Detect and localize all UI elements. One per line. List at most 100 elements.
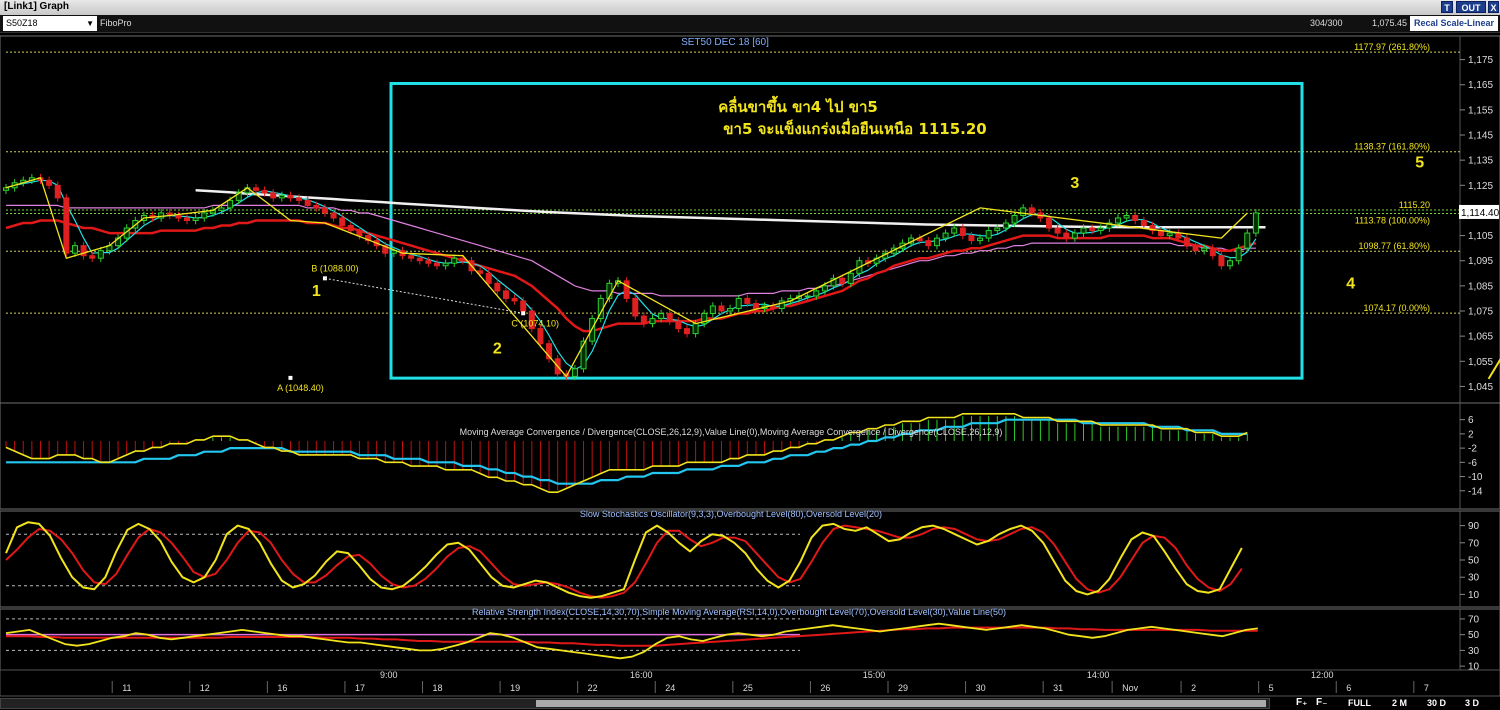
range-2m-button[interactable]: 2 M	[1392, 698, 1407, 708]
zoom-in-icon[interactable]: F₊	[1296, 697, 1307, 708]
chart-title: SET50 DEC 18 [60]	[681, 37, 769, 48]
candle-body	[287, 194, 294, 199]
candle-body	[1227, 260, 1234, 267]
candle-body	[571, 368, 578, 377]
time-label: 14:00	[1087, 670, 1110, 680]
abc-point-label: A (1048.40)	[277, 383, 324, 393]
candle-body	[347, 225, 354, 232]
tick-label-macd: -14	[1468, 486, 1483, 497]
tick-label-macd: 6	[1468, 415, 1474, 426]
fib-level-label: 1113.78 (100.00%)	[1355, 216, 1430, 226]
candle-body	[1166, 232, 1173, 237]
candle-body	[959, 227, 966, 237]
candle-body	[97, 250, 104, 259]
candle-body	[1071, 232, 1078, 239]
tick-label-price: 1,075	[1468, 307, 1493, 318]
candle-body	[296, 197, 303, 201]
tick-label-price: 1,055	[1468, 357, 1493, 368]
tick-label-rsi: 50	[1468, 630, 1480, 641]
recal-scale-button[interactable]: Recal Scale-Linear	[1410, 16, 1498, 31]
wave-number-label: 2	[493, 341, 502, 358]
candle-body	[1011, 214, 1018, 224]
candle-body	[442, 262, 449, 267]
candle-body	[1028, 207, 1035, 214]
horizontal-scrollbar[interactable]	[0, 698, 1270, 709]
close-button[interactable]: X	[1488, 1, 1499, 13]
candle-body	[356, 230, 363, 237]
date-label: 12	[200, 683, 210, 693]
tick-label-stoch: 90	[1468, 521, 1480, 532]
tick-label-stoch: 30	[1468, 573, 1480, 584]
candle-body	[942, 232, 949, 239]
candle-body	[1183, 237, 1190, 247]
chart-area[interactable]: 1177.97 (261.80%) 1138.37 (161.80%) 1115.2…	[0, 33, 1500, 697]
tick-label-stoch: 70	[1468, 538, 1480, 549]
text-mode-button[interactable]: T	[1441, 1, 1453, 13]
chart-toolbar: S50Z18 ▼ FiboPro 304/300 1,075.45 Recal …	[0, 15, 1500, 33]
stochastic-panel-title: Slow Stochastics Oscillator(9,3,3),Overb…	[580, 509, 882, 519]
candle-body	[658, 313, 665, 320]
tick-label-rsi: 30	[1468, 646, 1480, 657]
candle-body	[727, 307, 734, 312]
date-label: 18	[433, 683, 443, 693]
candle-body	[158, 212, 165, 219]
candle-body	[1020, 207, 1027, 216]
tick-label-price: 1,125	[1468, 181, 1493, 192]
range-3d-button[interactable]: 3 D	[1465, 698, 1479, 708]
abc-point-label: C (1074.10)	[511, 318, 559, 328]
candle-body	[847, 272, 854, 284]
date-label: 16	[277, 683, 287, 693]
tick-label-macd: 2	[1468, 429, 1474, 440]
candle-body	[1114, 217, 1121, 224]
candle-body	[649, 318, 656, 325]
candle-body	[951, 227, 958, 234]
candle-body	[89, 255, 96, 259]
tick-label-price: 1,045	[1468, 382, 1493, 393]
candle-body	[192, 217, 199, 222]
macd-panel[interactable]: 6 2 -2 -6 -10 -14	[0, 402, 1500, 510]
date-label: 6	[1346, 683, 1351, 693]
candle-body	[839, 277, 846, 284]
date-label: 24	[665, 683, 675, 693]
candle-body	[434, 262, 440, 267]
candle-body	[425, 260, 432, 264]
fib-level-label: 1098.77 (61.80%)	[1358, 241, 1430, 251]
tick-label-price: 1,175	[1468, 55, 1493, 66]
tick-label-price: 1,145	[1468, 131, 1493, 142]
date-label: 11	[122, 683, 131, 693]
date-label: 25	[743, 683, 753, 693]
date-label: 2	[1191, 683, 1196, 693]
scrollbar-thumb[interactable]	[536, 700, 1266, 707]
symbol-select[interactable]: S50Z18 ▼	[3, 16, 97, 31]
candle-body	[321, 207, 328, 214]
candle-body	[408, 255, 415, 259]
out-button[interactable]: OUT	[1456, 1, 1486, 13]
time-label: 12:00	[1311, 670, 1334, 680]
zoom-out-icon[interactable]: F₋	[1316, 697, 1327, 708]
candle-body	[1097, 227, 1104, 232]
date-label: 19	[510, 683, 520, 693]
candle-body	[1244, 232, 1251, 249]
chevron-down-icon[interactable]: ▼	[86, 16, 94, 31]
candle-body	[1252, 212, 1259, 234]
symbol-value: S50Z18	[6, 18, 38, 28]
panel-frame-macd	[0, 402, 1500, 510]
rsi-panel[interactable]: 70503010	[0, 608, 1500, 679]
tick-label-macd: -6	[1468, 458, 1477, 469]
stochastic-panel[interactable]: 90 70 50 30 10	[0, 510, 1500, 608]
candle-body	[770, 305, 777, 309]
date-label: 29	[898, 683, 908, 693]
fib-level-label: 1115.20	[1399, 200, 1430, 210]
tick-label-price: 1,165	[1468, 80, 1493, 91]
candle-body	[1123, 214, 1130, 219]
tick-label-macd: -2	[1468, 444, 1477, 455]
range-30d-button[interactable]: 30 D	[1427, 698, 1446, 708]
price-panel[interactable]: 1177.97 (261.80%) 1138.37 (161.80%) 1115.2…	[0, 35, 1500, 404]
time-axis: 9:0016:0015:0014:0012:0011:0011121617181…	[0, 669, 1500, 697]
candle-body	[977, 237, 984, 242]
full-range-button[interactable]: FULL	[1348, 698, 1371, 708]
candle-body	[632, 297, 639, 317]
candle-body	[63, 197, 70, 254]
date-label: Nov	[1122, 683, 1139, 693]
candle-body	[520, 300, 527, 312]
